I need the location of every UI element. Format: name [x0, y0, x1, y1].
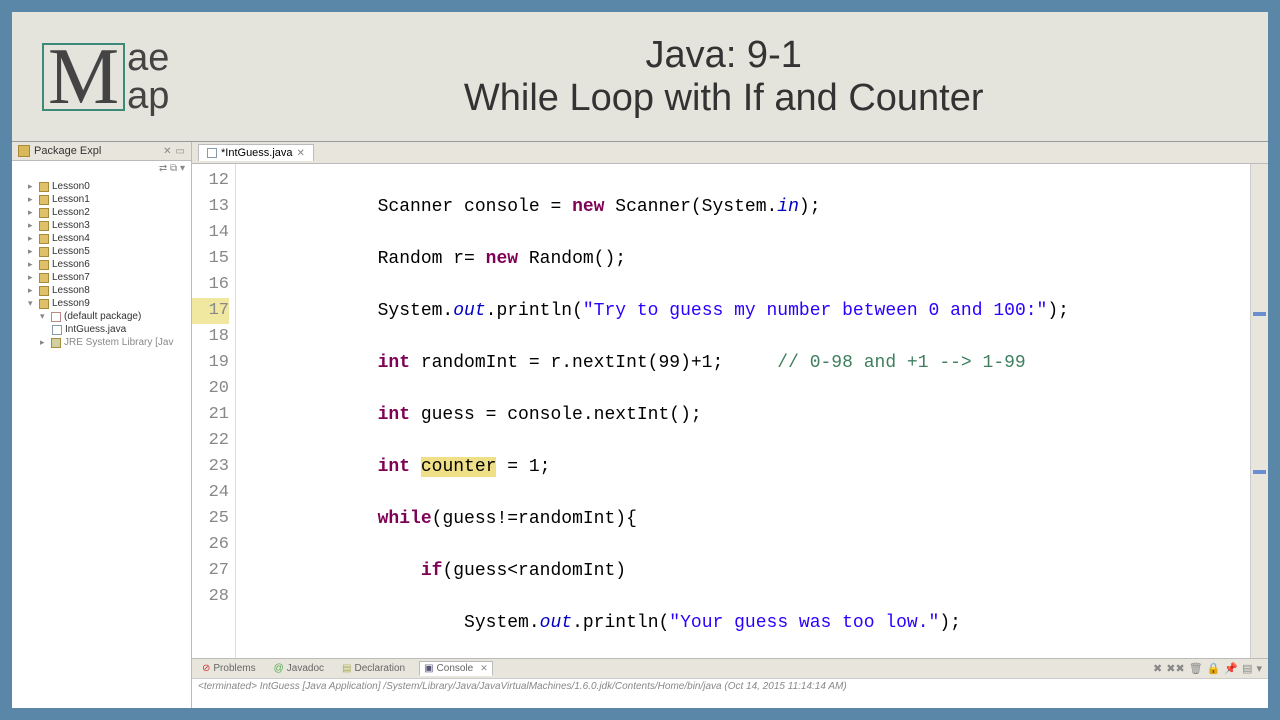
minimize-icon[interactable]: ▭	[176, 146, 185, 157]
tree-item-lesson1[interactable]: ▸Lesson1	[14, 193, 189, 206]
title-header: M ae ap Java: 9-1 While Loop with If and…	[12, 12, 1268, 142]
folder-icon	[39, 299, 49, 309]
logo: M ae ap	[42, 39, 169, 115]
folder-icon	[39, 247, 49, 257]
folder-icon	[39, 221, 49, 231]
java-file-icon	[207, 148, 217, 158]
editor-tab-label: *IntGuess.java	[221, 147, 293, 159]
folder-icon	[39, 234, 49, 244]
package-explorer: Package Expl ✕ ▭ ⇄ ⧉ ▾ ▸Lesson0 ▸Lesson1…	[12, 142, 192, 708]
folder-icon	[39, 273, 49, 283]
panel-title: Package Expl	[34, 145, 159, 157]
logo-m: M	[42, 43, 125, 111]
scroll-lock-icon[interactable]: 🔒	[1207, 662, 1221, 675]
console-status: <terminated> IntGuess [Java Application]…	[192, 679, 1268, 694]
tree-item-lesson2[interactable]: ▸Lesson2	[14, 206, 189, 219]
logo-ap: ap	[127, 77, 169, 115]
folder-icon	[39, 286, 49, 296]
tab-declaration[interactable]: ▤Declaration	[338, 662, 409, 675]
tree-item-lesson8[interactable]: ▸Lesson8	[14, 284, 189, 297]
tab-problems[interactable]: ⊘Problems	[198, 662, 260, 675]
close-icon[interactable]: ✕	[480, 663, 488, 674]
tab-console[interactable]: ▣Console✕	[419, 661, 493, 676]
open-console-icon[interactable]: ▾	[1256, 662, 1262, 675]
package-icon	[51, 312, 61, 322]
display-icon[interactable]: ▤	[1242, 662, 1252, 675]
package-icon	[18, 145, 30, 157]
folder-icon	[39, 208, 49, 218]
library-icon	[51, 338, 61, 348]
tree-item-lesson3[interactable]: ▸Lesson3	[14, 219, 189, 232]
tree-item-lesson9[interactable]: ▾Lesson9	[14, 297, 189, 310]
java-file-icon	[52, 325, 62, 335]
app-frame: M ae ap Java: 9-1 While Loop with If and…	[0, 0, 1280, 720]
code-viewport[interactable]: 1213141516171819202122232425262728 Scann…	[192, 164, 1268, 658]
folder-icon	[39, 195, 49, 205]
ide-workspace: Package Expl ✕ ▭ ⇄ ⧉ ▾ ▸Lesson0 ▸Lesson1…	[12, 142, 1268, 708]
overview-ruler[interactable]	[1250, 164, 1268, 658]
editor-tab-intguess[interactable]: *IntGuess.java ✕	[198, 144, 314, 161]
error-icon: ⊘	[202, 663, 210, 674]
project-tree[interactable]: ▸Lesson0 ▸Lesson1 ▸Lesson2 ▸Lesson3 ▸Les…	[12, 176, 191, 353]
tab-javadoc[interactable]: @Javadoc	[270, 662, 328, 675]
remove-icon[interactable]: ✖	[1153, 662, 1162, 675]
tree-item-lesson0[interactable]: ▸Lesson0	[14, 180, 189, 193]
declaration-icon: ▤	[342, 663, 351, 674]
console-icon: ▣	[424, 663, 433, 674]
tree-item-lesson4[interactable]: ▸Lesson4	[14, 232, 189, 245]
folder-icon	[39, 260, 49, 270]
editor-area: *IntGuess.java ✕ 12131415161718192021222…	[192, 142, 1268, 708]
bottom-tab-bar: ⊘Problems @Javadoc ▤Declaration ▣Console…	[192, 659, 1268, 679]
editor-tab-bar: *IntGuess.java ✕	[192, 142, 1268, 164]
code-content[interactable]: Scanner console = new Scanner(System.in)…	[236, 164, 1250, 658]
console-toolbar[interactable]: ✖ ✖✖ 🗑 🔒 📌 ▤ ▾	[1153, 662, 1262, 675]
tree-item-jre[interactable]: ▸JRE System Library [Jav	[14, 336, 189, 349]
remove-all-icon[interactable]: ✖✖	[1166, 662, 1184, 675]
pin-icon[interactable]: 📌	[1224, 662, 1238, 675]
tree-item-lesson6[interactable]: ▸Lesson6	[14, 258, 189, 271]
folder-icon	[39, 182, 49, 192]
title-line-1: Java: 9-1	[209, 34, 1238, 77]
package-explorer-tab[interactable]: Package Expl ✕ ▭	[12, 142, 191, 161]
tree-item-lesson7[interactable]: ▸Lesson7	[14, 271, 189, 284]
tree-item-lesson5[interactable]: ▸Lesson5	[14, 245, 189, 258]
clear-icon[interactable]: 🗑	[1189, 662, 1203, 675]
close-icon[interactable]: ✕	[163, 146, 171, 157]
tree-item-default-package[interactable]: ▾(default package)	[14, 310, 189, 323]
title-line-2: While Loop with If and Counter	[209, 77, 1238, 120]
line-gutter: 1213141516171819202122232425262728	[192, 164, 236, 658]
bottom-panel: ⊘Problems @Javadoc ▤Declaration ▣Console…	[192, 658, 1268, 708]
javadoc-icon: @	[274, 663, 284, 674]
title-block: Java: 9-1 While Loop with If and Counter	[209, 34, 1238, 120]
tree-item-intguess[interactable]: IntGuess.java	[14, 323, 189, 336]
explorer-toolbar: ⇄ ⧉ ▾	[12, 161, 191, 176]
logo-ae: ae	[127, 39, 169, 77]
close-icon[interactable]: ✕	[297, 148, 305, 159]
